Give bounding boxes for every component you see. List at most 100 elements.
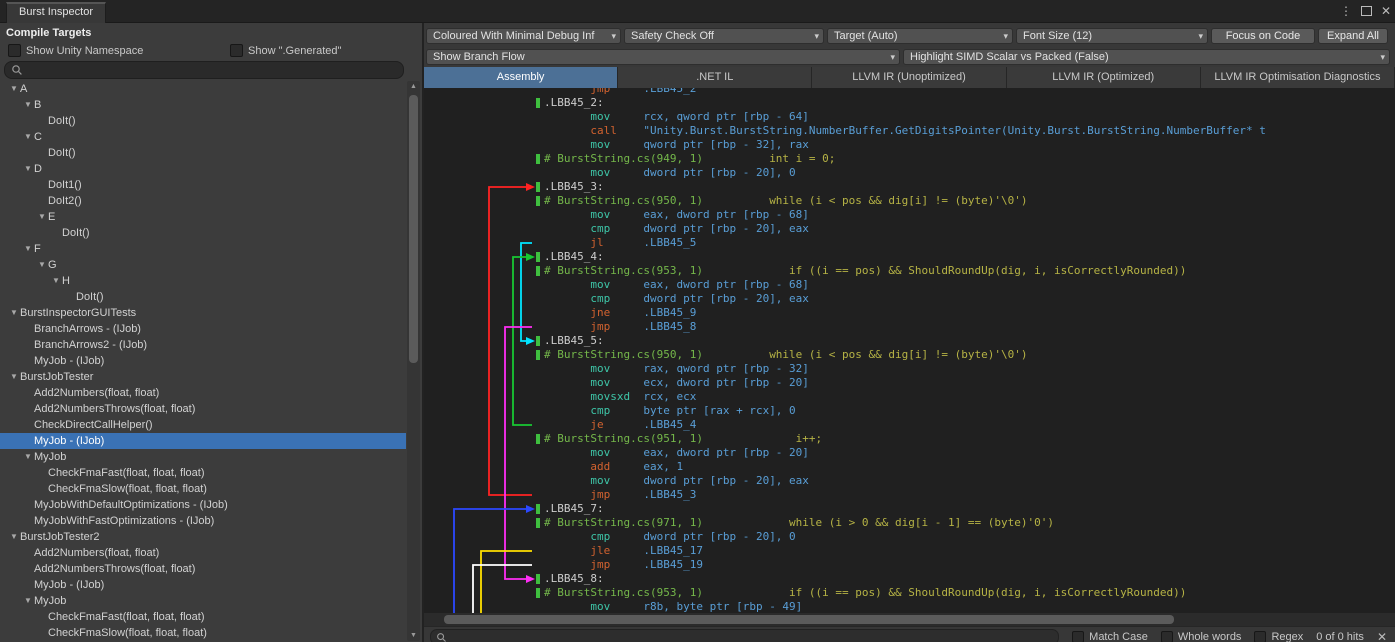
tree-item-label: A (20, 81, 27, 97)
tree-item[interactable]: MyJobWithDefaultOptimizations - (IJob) (0, 497, 406, 513)
menu-dots-icon[interactable]: ⋮ (1340, 4, 1352, 18)
tree-item[interactable]: MyJob - (IJob) (0, 433, 406, 449)
regex-toggle[interactable]: Regex (1254, 631, 1303, 642)
tree-item[interactable]: ▼E (0, 209, 406, 225)
tree-item[interactable]: ▼D (0, 161, 406, 177)
code-horizontal-scrollbar-thumb[interactable] (444, 615, 1174, 624)
tree-item-label: D (34, 161, 42, 177)
tab-llvm-ir-diagnostics[interactable]: LLVM IR Optimisation Diagnostics (1201, 67, 1395, 88)
target-dropdown[interactable]: Target (Auto) ▾ (827, 28, 1013, 44)
tree-item[interactable]: CheckFmaSlow(float, float, float) (0, 625, 406, 641)
close-find-icon[interactable]: ✕ (1377, 630, 1387, 642)
tree-item[interactable]: MyJob - (IJob) (0, 577, 406, 593)
foldout-arrow-icon[interactable]: ▼ (8, 305, 20, 321)
tree-item[interactable]: ▼C (0, 129, 406, 145)
tree-item[interactable]: BranchArrows2 - (IJob) (0, 337, 406, 353)
foldout-arrow-icon[interactable]: ▼ (8, 81, 20, 97)
regex-checkbox[interactable] (1254, 631, 1266, 642)
tree-item-label: G (48, 257, 57, 273)
foldout-arrow-icon[interactable]: ▼ (36, 209, 48, 225)
tree-item[interactable]: ▼G (0, 257, 406, 273)
tree-item[interactable]: CheckFmaFast(float, float, float) (0, 609, 406, 625)
foldout-arrow-icon[interactable]: ▼ (22, 449, 34, 465)
show-generated-toggle[interactable]: Show ".Generated" (230, 44, 341, 57)
tab-assembly[interactable]: Assembly (424, 67, 618, 88)
safety-check-dropdown[interactable]: Safety Check Off ▾ (624, 28, 824, 44)
tree-item[interactable]: DoIt1() (0, 177, 406, 193)
font-size-dropdown[interactable]: Font Size (12) ▾ (1016, 28, 1208, 44)
focus-on-code-button[interactable]: Focus on Code (1211, 28, 1315, 44)
match-case-checkbox[interactable] (1072, 631, 1084, 642)
chevron-down-icon: ▾ (1380, 52, 1385, 63)
tree-scrollbar-thumb[interactable] (409, 95, 418, 363)
code-view: jmp .LBB45_2.LBB45_2: mov rcx, qword ptr… (424, 88, 1395, 613)
tree-item[interactable]: CheckFmaSlow(float, float, float) (0, 481, 406, 497)
tree-item[interactable]: ▼BurstJobTester (0, 369, 406, 385)
tree-item[interactable]: ▼MyJob (0, 593, 406, 609)
tree-item[interactable]: MyJob - (IJob) (0, 353, 406, 369)
scroll-up-icon[interactable]: ▲ (407, 83, 420, 90)
tree-item[interactable]: BranchArrows - (IJob) (0, 321, 406, 337)
tree-item[interactable]: DoIt() (0, 145, 406, 161)
window-tab[interactable]: Burst Inspector (6, 2, 106, 24)
tree-item[interactable]: DoIt() (0, 113, 406, 129)
tree-item-label: CheckFmaFast(float, float, float) (48, 609, 205, 625)
tree-item[interactable]: DoIt2() (0, 193, 406, 209)
show-generated-checkbox[interactable] (230, 44, 243, 57)
tree-item[interactable]: ▼F (0, 241, 406, 257)
tree-item[interactable]: ▼BurstJobTester2 (0, 529, 406, 545)
tree-item-label: BurstJobTester (20, 369, 93, 385)
tree-item[interactable]: ▼MyJob (0, 449, 406, 465)
code-line: .LBB45_2: (424, 96, 1395, 110)
foldout-arrow-icon[interactable]: ▼ (22, 241, 34, 257)
foldout-arrow-icon[interactable]: ▼ (22, 161, 34, 177)
scroll-down-icon[interactable]: ▼ (407, 632, 420, 639)
show-unity-namespace-checkbox[interactable] (8, 44, 21, 57)
code-line: # BurstString.cs(953, 1) if ((i == pos) … (424, 264, 1395, 278)
tab-net-il[interactable]: .NET IL (618, 67, 812, 88)
find-input[interactable] (430, 629, 1059, 642)
tree-item[interactable]: CheckDirectCallHelper() (0, 417, 406, 433)
tree-item[interactable]: ▼BurstInspectorGUITests (0, 305, 406, 321)
close-icon[interactable]: ✕ (1381, 4, 1391, 18)
code-line: mov rax, qword ptr [rbp - 32] (424, 362, 1395, 376)
main-area: Compile Targets Show Unity Namespace Sho… (0, 23, 1395, 642)
tree-item[interactable]: Add2Numbers(float, float) (0, 385, 406, 401)
tree-item-label: H (62, 273, 70, 289)
simd-highlight-dropdown[interactable]: Highlight SIMD Scalar vs Packed (False) … (903, 49, 1390, 65)
branch-flow-dropdown[interactable]: Show Branch Flow ▾ (426, 49, 900, 65)
code-horizontal-scrollbar[interactable] (424, 613, 1395, 626)
tree-item[interactable]: MyJobWithFastOptimizations - (IJob) (0, 513, 406, 529)
foldout-arrow-icon[interactable]: ▼ (22, 593, 34, 609)
tree-scrollbar[interactable]: ▲ ▼ (407, 81, 420, 641)
block-marker (536, 196, 540, 206)
whole-words-checkbox[interactable] (1161, 631, 1173, 642)
tree-item[interactable]: Add2Numbers(float, float) (0, 545, 406, 561)
foldout-arrow-icon[interactable]: ▼ (36, 257, 48, 273)
tree-item[interactable]: ▼A (0, 81, 406, 97)
window-controls: ⋮ ✕ (1340, 0, 1391, 22)
tree-item[interactable]: ▼B (0, 97, 406, 113)
show-unity-namespace-toggle[interactable]: Show Unity Namespace (8, 44, 230, 57)
debug-information-dropdown[interactable]: Coloured With Minimal Debug Inf ▾ (426, 28, 621, 44)
tree-item[interactable]: DoIt() (0, 289, 406, 305)
tab-llvm-ir-unoptimized[interactable]: LLVM IR (Unoptimized) (812, 67, 1006, 88)
maximize-icon[interactable] (1361, 6, 1372, 16)
tree-search-input[interactable] (4, 61, 404, 79)
tree-item[interactable]: CheckFmaFast(float, float, float) (0, 465, 406, 481)
foldout-arrow-icon[interactable]: ▼ (8, 529, 20, 545)
tab-llvm-ir-optimized[interactable]: LLVM IR (Optimized) (1007, 67, 1201, 88)
code-line: # BurstString.cs(950, 1) while (i < pos … (424, 348, 1395, 362)
foldout-arrow-icon[interactable]: ▼ (22, 97, 34, 113)
tree-item[interactable]: DoIt() (0, 225, 406, 241)
foldout-arrow-icon[interactable]: ▼ (50, 273, 62, 289)
foldout-arrow-icon[interactable]: ▼ (22, 129, 34, 145)
match-case-toggle[interactable]: Match Case (1072, 631, 1148, 642)
whole-words-toggle[interactable]: Whole words (1161, 631, 1242, 642)
tree-item[interactable]: Add2NumbersThrows(float, float) (0, 401, 406, 417)
foldout-arrow-icon[interactable]: ▼ (8, 369, 20, 385)
tree-item[interactable]: Add2NumbersThrows(float, float) (0, 561, 406, 577)
expand-all-button[interactable]: Expand All (1318, 28, 1388, 44)
code-line: # BurstString.cs(949, 1) int i = 0; (424, 152, 1395, 166)
tree-item[interactable]: ▼H (0, 273, 406, 289)
